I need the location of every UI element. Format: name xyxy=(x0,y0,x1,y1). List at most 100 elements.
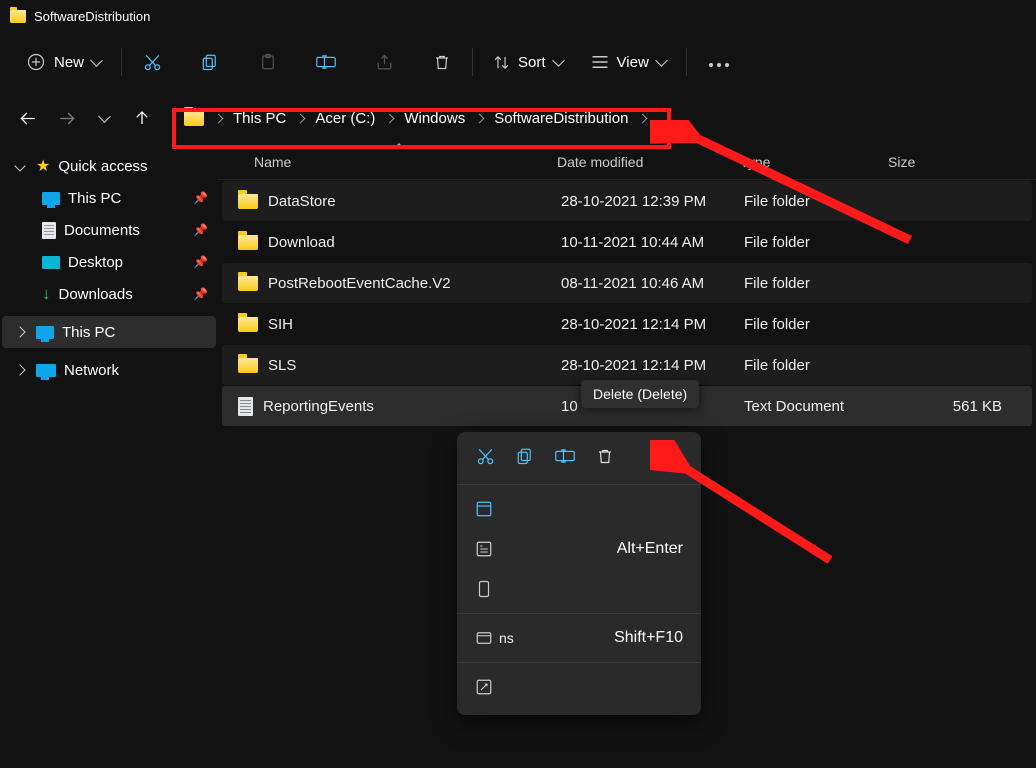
ctx-cut-button[interactable] xyxy=(475,446,495,466)
chevron-down-icon xyxy=(98,110,111,123)
sidebar-item-downloads[interactable]: ↓ Downloads 📌 xyxy=(2,278,216,310)
new-label: New xyxy=(54,54,84,71)
sidebar-item-desktop[interactable]: Desktop 📌 xyxy=(2,246,216,278)
sidebar-item-label: Quick access xyxy=(58,158,147,175)
column-header-size[interactable]: Size xyxy=(874,154,1036,170)
table-row[interactable]: SIH28-10-2021 12:14 PMFile folder xyxy=(222,304,1032,344)
ctx-open-button[interactable] xyxy=(457,489,701,529)
share-button[interactable] xyxy=(374,52,394,72)
sidebar-quick-access[interactable]: ★ Quick access xyxy=(2,150,216,182)
phone-icon xyxy=(475,580,493,598)
clipboard-icon xyxy=(259,53,277,71)
pin-icon: 📌 xyxy=(193,287,208,301)
expand-icon xyxy=(475,678,493,696)
file-name: SIH xyxy=(268,316,293,333)
trash-icon xyxy=(596,447,614,466)
cell-type: File folder xyxy=(730,275,878,292)
pin-icon: 📌 xyxy=(193,191,208,205)
rename-icon xyxy=(555,447,575,465)
forward-button[interactable] xyxy=(56,108,76,128)
chevron-down-icon xyxy=(552,54,565,67)
back-button[interactable] xyxy=(18,108,38,128)
view-button[interactable]: View xyxy=(591,54,666,71)
copy-button[interactable] xyxy=(200,52,220,72)
ctx-rename-button[interactable] xyxy=(555,446,575,466)
window-icon xyxy=(475,629,493,647)
list-icon xyxy=(591,55,609,69)
sidebar-item-label: This PC xyxy=(62,324,115,341)
ctx-properties-button[interactable]: Alt+Enter xyxy=(457,529,701,569)
delete-button[interactable] xyxy=(432,52,452,72)
cell-name: ReportingEvents xyxy=(222,397,547,416)
breadcrumb-item[interactable]: SoftwareDistribution xyxy=(494,110,628,127)
column-header-type[interactable]: Type xyxy=(726,154,874,170)
sidebar-item-documents[interactable]: Documents 📌 xyxy=(2,214,216,246)
ctx-more-options-button[interactable]: ns Shift+F10 xyxy=(457,618,701,658)
plus-circle-icon xyxy=(26,52,46,72)
cell-date: 10-11-2021 10:44 AM xyxy=(547,234,730,251)
properties-icon xyxy=(475,540,493,558)
cell-name: SIH xyxy=(222,316,547,333)
sidebar-item-this-pc[interactable]: This PC 📌 xyxy=(2,182,216,214)
sidebar-this-pc[interactable]: This PC xyxy=(2,316,216,348)
file-name: DataStore xyxy=(268,193,336,210)
breadcrumb-item[interactable]: Acer (C:) xyxy=(315,110,375,127)
column-headers: Name Date modified Type Size xyxy=(218,144,1036,180)
folder-icon xyxy=(238,276,258,291)
more-button[interactable] xyxy=(707,54,731,70)
recent-button[interactable] xyxy=(94,108,114,128)
chevron-right-icon[interactable] xyxy=(14,364,25,375)
sort-button[interactable]: Sort xyxy=(493,54,563,71)
sidebar-network[interactable]: Network xyxy=(2,354,216,386)
chevron-down-icon xyxy=(655,54,668,67)
ctx-delete-button[interactable] xyxy=(595,446,615,466)
file-name: PostRebootEventCache.V2 xyxy=(268,275,451,292)
table-row[interactable]: PostRebootEventCache.V2 08-11-2021 10:46 … xyxy=(222,263,1032,303)
cell-type: File folder xyxy=(730,193,878,210)
monitor-icon xyxy=(36,326,54,339)
context-menu-actions xyxy=(457,432,701,480)
table-row[interactable]: Download10-11-2021 10:44 AMFile folder xyxy=(222,222,1032,262)
folder-icon xyxy=(238,358,258,373)
sidebar: ★ Quick access This PC 📌 Documents 📌 Des… xyxy=(0,144,218,768)
arrow-left-icon xyxy=(19,109,38,128)
new-button[interactable]: New xyxy=(26,52,101,72)
hint-text: Alt+Enter xyxy=(617,540,683,558)
pin-icon: 📌 xyxy=(193,255,208,269)
sort-icon xyxy=(493,54,510,71)
chevron-down-icon xyxy=(90,54,103,67)
sidebar-item-label: This PC xyxy=(68,190,121,207)
ctx-open-with-button[interactable] xyxy=(457,569,701,609)
column-header-date[interactable]: Date modified xyxy=(543,154,726,170)
cell-size: 561 KB xyxy=(878,398,1032,415)
table-row[interactable]: DataStore 28-10-2021 12:39 PMFile folder xyxy=(222,181,1032,221)
breadcrumb[interactable]: This PC Acer (C:) Windows SoftwareDistri… xyxy=(170,98,663,138)
cell-type: Text Document xyxy=(730,398,878,415)
cell-date: 28-10-2021 12:39 PM xyxy=(547,193,730,210)
sidebar-item-label: Documents xyxy=(64,222,140,239)
ctx-extra-button[interactable] xyxy=(457,667,701,707)
breadcrumb-item[interactable]: Windows xyxy=(404,110,465,127)
column-header-name[interactable]: Name xyxy=(218,154,543,170)
ctx-more-label-partial: ns xyxy=(499,630,514,646)
up-button[interactable] xyxy=(132,108,152,128)
chevron-right-icon[interactable] xyxy=(14,326,25,337)
separator xyxy=(457,613,701,614)
rename-button[interactable] xyxy=(316,52,336,72)
file-icon xyxy=(238,397,253,416)
folder-icon xyxy=(238,194,258,209)
cut-button[interactable] xyxy=(142,52,162,72)
document-icon xyxy=(42,222,56,239)
share-icon xyxy=(375,53,394,72)
ctx-copy-button[interactable] xyxy=(515,446,535,466)
paste-button[interactable] xyxy=(258,52,278,72)
tooltip-delete: Delete (Delete) xyxy=(581,380,699,408)
cell-date: 08-11-2021 10:46 AM xyxy=(547,275,730,292)
monitor-icon xyxy=(42,192,60,205)
chevron-down-icon[interactable] xyxy=(14,160,25,171)
cell-date: 28-10-2021 12:14 PM xyxy=(547,357,730,374)
file-name: Download xyxy=(268,234,335,251)
table-row[interactable]: SLS28-10-2021 12:14 PMFile folder xyxy=(222,345,1032,385)
download-icon: ↓ xyxy=(42,284,51,304)
breadcrumb-item[interactable]: This PC xyxy=(233,110,286,127)
